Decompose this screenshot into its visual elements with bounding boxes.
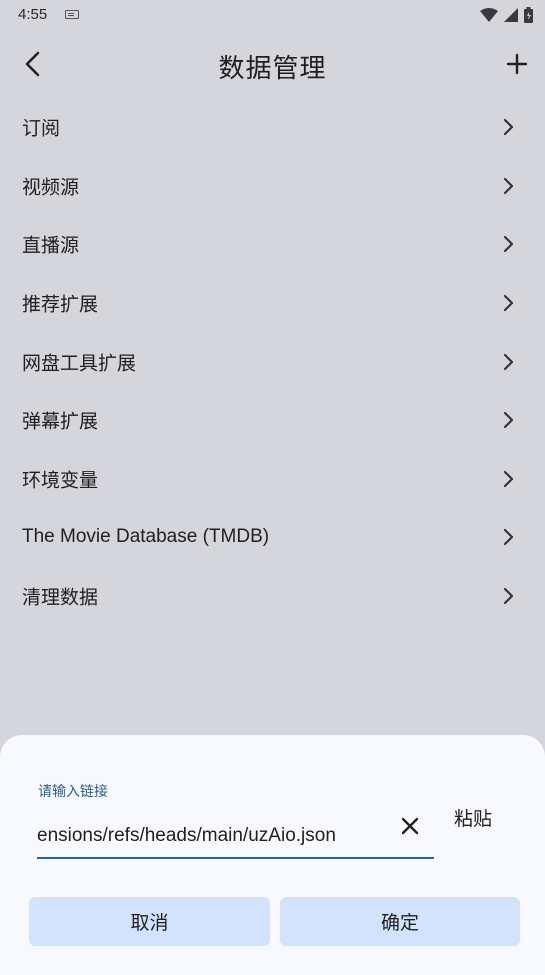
- chevron-right-icon: [503, 412, 514, 429]
- list-item-cloud-tool-extension[interactable]: 网盘工具扩展: [0, 332, 545, 391]
- link-field-label: 请输入链接: [38, 783, 108, 799]
- page-title: 数据管理: [218, 53, 327, 83]
- plus-icon: [506, 53, 528, 75]
- list-item-danmaku-extension[interactable]: 弹幕扩展: [0, 391, 545, 450]
- add-button[interactable]: [501, 48, 533, 80]
- battery-icon: [524, 7, 533, 23]
- list-item-label: 订阅: [22, 118, 61, 140]
- chevron-right-icon: [503, 470, 514, 487]
- settings-list: 订阅 视频源 直播源 推荐扩展 网盘工具扩展 弹幕扩展 环境变量 The Mov…: [0, 98, 545, 625]
- list-item-label: 视频源: [22, 177, 80, 199]
- app-bar: 数据管理: [0, 34, 545, 94]
- list-item-tmdb[interactable]: The Movie Database (TMDB): [0, 508, 545, 567]
- system-icons: [480, 6, 533, 24]
- chevron-right-icon: [503, 353, 514, 370]
- bottom-sheet: 请输入链接 粘贴 取消 确定: [0, 735, 545, 975]
- wifi-icon: [480, 8, 498, 22]
- close-icon: [401, 817, 419, 835]
- chevron-right-icon: [503, 587, 514, 605]
- list-item-clear-data[interactable]: 清理数据: [0, 567, 545, 626]
- list-item-label: 环境变量: [22, 470, 99, 492]
- list-item-label: The Movie Database (TMDB): [22, 526, 270, 548]
- status-bar: 4:55: [0, 0, 545, 30]
- chevron-right-icon: [503, 529, 514, 546]
- list-item-label: 弹幕扩展: [22, 411, 99, 433]
- list-item-env-variables[interactable]: 环境变量: [0, 450, 545, 509]
- list-item-label: 推荐扩展: [22, 294, 99, 316]
- signal-icon: [504, 8, 518, 22]
- list-item-video-source[interactable]: 视频源: [0, 157, 545, 216]
- list-item-subscription[interactable]: 订阅: [0, 98, 545, 157]
- clear-button[interactable]: [396, 812, 424, 840]
- chevron-right-icon: [503, 294, 514, 312]
- link-input[interactable]: [37, 815, 434, 859]
- chevron-right-icon: [503, 119, 514, 136]
- list-item-label: 清理数据: [22, 587, 99, 609]
- list-item-recommend-extension[interactable]: 推荐扩展: [0, 274, 545, 333]
- status-time: 4:55: [18, 6, 48, 23]
- keyboard-icon: [65, 10, 79, 19]
- cancel-button[interactable]: 取消: [29, 897, 270, 946]
- chevron-right-icon: [503, 236, 514, 253]
- list-item-live-source[interactable]: 直播源: [0, 215, 545, 274]
- confirm-button[interactable]: 确定: [280, 897, 520, 946]
- list-item-label: 直播源: [22, 235, 80, 257]
- list-item-label: 网盘工具扩展: [22, 353, 137, 375]
- paste-button[interactable]: 粘贴: [454, 804, 492, 831]
- chevron-right-icon: [503, 177, 514, 194]
